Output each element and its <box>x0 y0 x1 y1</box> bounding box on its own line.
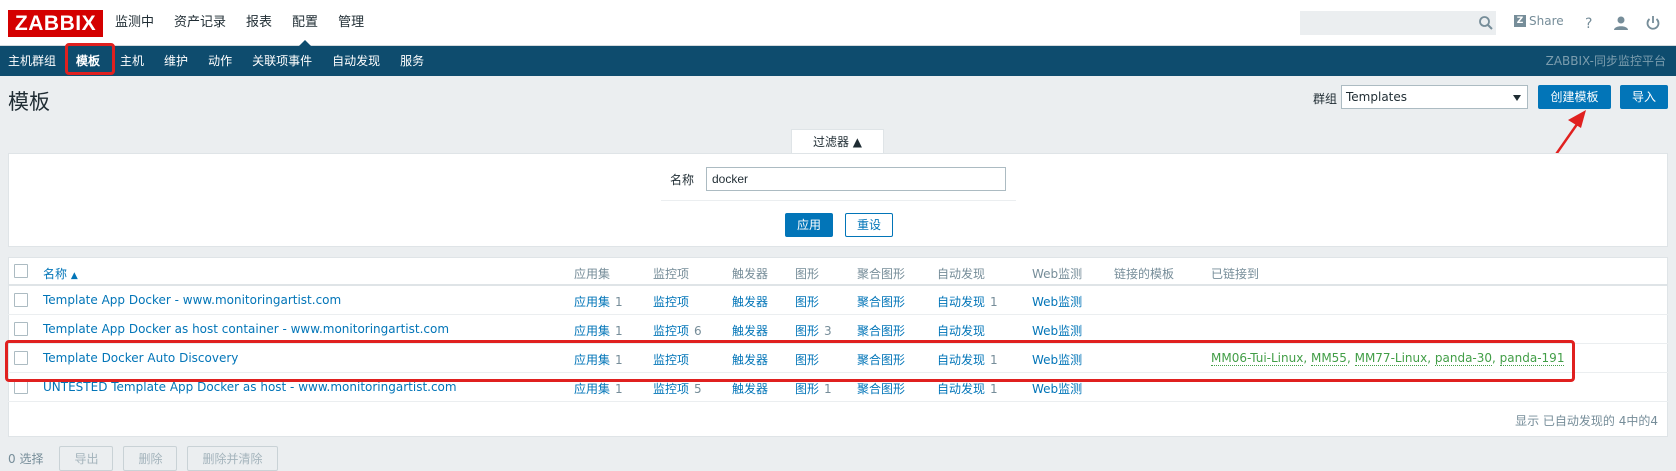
web-link[interactable]: Web监测 <box>1032 322 1082 339</box>
export-button[interactable]: 导出 <box>59 446 114 471</box>
items-label: 监控项 <box>653 295 690 309</box>
discovery-label: 自动发现 <box>937 324 986 338</box>
graphs-link[interactable]: 图形 3 <box>795 322 832 339</box>
applications-count: 1 <box>615 382 623 396</box>
header-graphs: 图形 <box>795 267 820 281</box>
graphs-count: 1 <box>824 382 832 396</box>
applications-link[interactable]: 应用集 1 <box>574 293 623 310</box>
graphs-label: 图形 <box>795 382 820 396</box>
discovery-label: 自动发现 <box>937 295 986 309</box>
table-row: Template App Docker - www.monitoringarti… <box>8 286 1668 315</box>
highlight-auto-discovery-row <box>5 340 1575 382</box>
header-linked-to: 已链接到 <box>1211 267 1260 281</box>
items-count: 6 <box>694 324 702 338</box>
header-name-label: 名称 <box>43 267 68 281</box>
header-discovery: 自动发现 <box>937 267 986 281</box>
screens-link[interactable]: 聚合图形 <box>857 322 905 339</box>
reset-button[interactable]: 重设 <box>845 213 893 237</box>
delete-and-clear-button[interactable]: 删除并清除 <box>187 446 278 471</box>
filter-name-label: 名称 <box>670 173 695 187</box>
applications-link[interactable]: 应用集 1 <box>574 322 623 339</box>
discovery-count: 1 <box>990 295 998 309</box>
header-items: 监控项 <box>653 267 690 281</box>
discovery-count: 1 <box>990 382 998 396</box>
row-checkbox[interactable] <box>14 380 28 394</box>
discovery-link[interactable]: 自动发现 <box>937 322 990 339</box>
header-name[interactable]: 名称 ▲ <box>43 265 78 282</box>
apply-button[interactable]: 应用 <box>785 213 833 237</box>
filter-tab[interactable]: 过滤器 ▲ <box>791 129 884 154</box>
row-checkbox[interactable] <box>14 322 28 336</box>
items-link[interactable]: 监控项 <box>653 293 694 310</box>
screens-link[interactable]: 聚合图形 <box>857 293 905 310</box>
header-screens: 聚合图形 <box>857 267 906 281</box>
header-triggers: 触发器 <box>732 267 769 281</box>
template-name-link[interactable]: Template App Docker - www.monitoringarti… <box>43 293 341 307</box>
applications-count: 1 <box>615 324 623 338</box>
selected-count: 0 选择 <box>8 452 44 466</box>
items-label: 监控项 <box>653 324 690 338</box>
applications-label: 应用集 <box>574 295 611 309</box>
header-linked-templates: 链接的模板 <box>1114 267 1175 281</box>
header-applications: 应用集 <box>574 267 611 281</box>
applications-count: 1 <box>615 295 623 309</box>
template-name-link[interactable]: UNTESTED Template App Docker as host - w… <box>43 380 457 394</box>
graphs-link[interactable]: 图形 1 <box>795 380 832 397</box>
select-all-checkbox[interactable] <box>14 264 28 278</box>
triggers-link[interactable]: 触发器 <box>732 293 768 310</box>
header-web: Web监测 <box>1032 267 1083 281</box>
graphs-label: 图形 <box>795 295 820 309</box>
discovery-label: 自动发现 <box>937 382 986 396</box>
triggers-link[interactable]: 触发器 <box>732 380 768 397</box>
web-link[interactable]: Web监测 <box>1032 293 1082 310</box>
bulk-actions: 0 选择 导出 删除 删除并清除 <box>8 446 278 471</box>
applications-label: 应用集 <box>574 382 611 396</box>
applications-label: 应用集 <box>574 324 611 338</box>
triggers-link[interactable]: 触发器 <box>732 322 768 339</box>
template-name-link[interactable]: Template App Docker as host container - … <box>43 322 449 336</box>
table-header: 名称 ▲ 应用集 监控项 触发器 图形 聚合图形 自动发现 Web监测 链接的模… <box>8 258 1668 286</box>
row-checkbox[interactable] <box>14 293 28 307</box>
discovery-link[interactable]: 自动发现 1 <box>937 293 998 310</box>
items-count: 5 <box>694 382 702 396</box>
screens-link[interactable]: 聚合图形 <box>857 380 905 397</box>
applications-link[interactable]: 应用集 1 <box>574 380 623 397</box>
items-label: 监控项 <box>653 382 690 396</box>
items-link[interactable]: 监控项 5 <box>653 380 702 397</box>
discovery-link[interactable]: 自动发现 1 <box>937 380 998 397</box>
web-link[interactable]: Web监测 <box>1032 380 1082 397</box>
sort-asc-icon: ▲ <box>70 271 78 281</box>
filter-divider <box>661 200 1016 201</box>
graphs-link[interactable]: 图形 <box>795 293 824 310</box>
results-summary: 显示 已自动发现的 4中的4 <box>1515 414 1658 428</box>
items-link[interactable]: 监控项 6 <box>653 322 702 339</box>
graphs-label: 图形 <box>795 324 820 338</box>
graphs-count: 3 <box>824 324 832 338</box>
filter-name-input[interactable] <box>706 167 1006 191</box>
delete-button[interactable]: 删除 <box>123 446 178 471</box>
